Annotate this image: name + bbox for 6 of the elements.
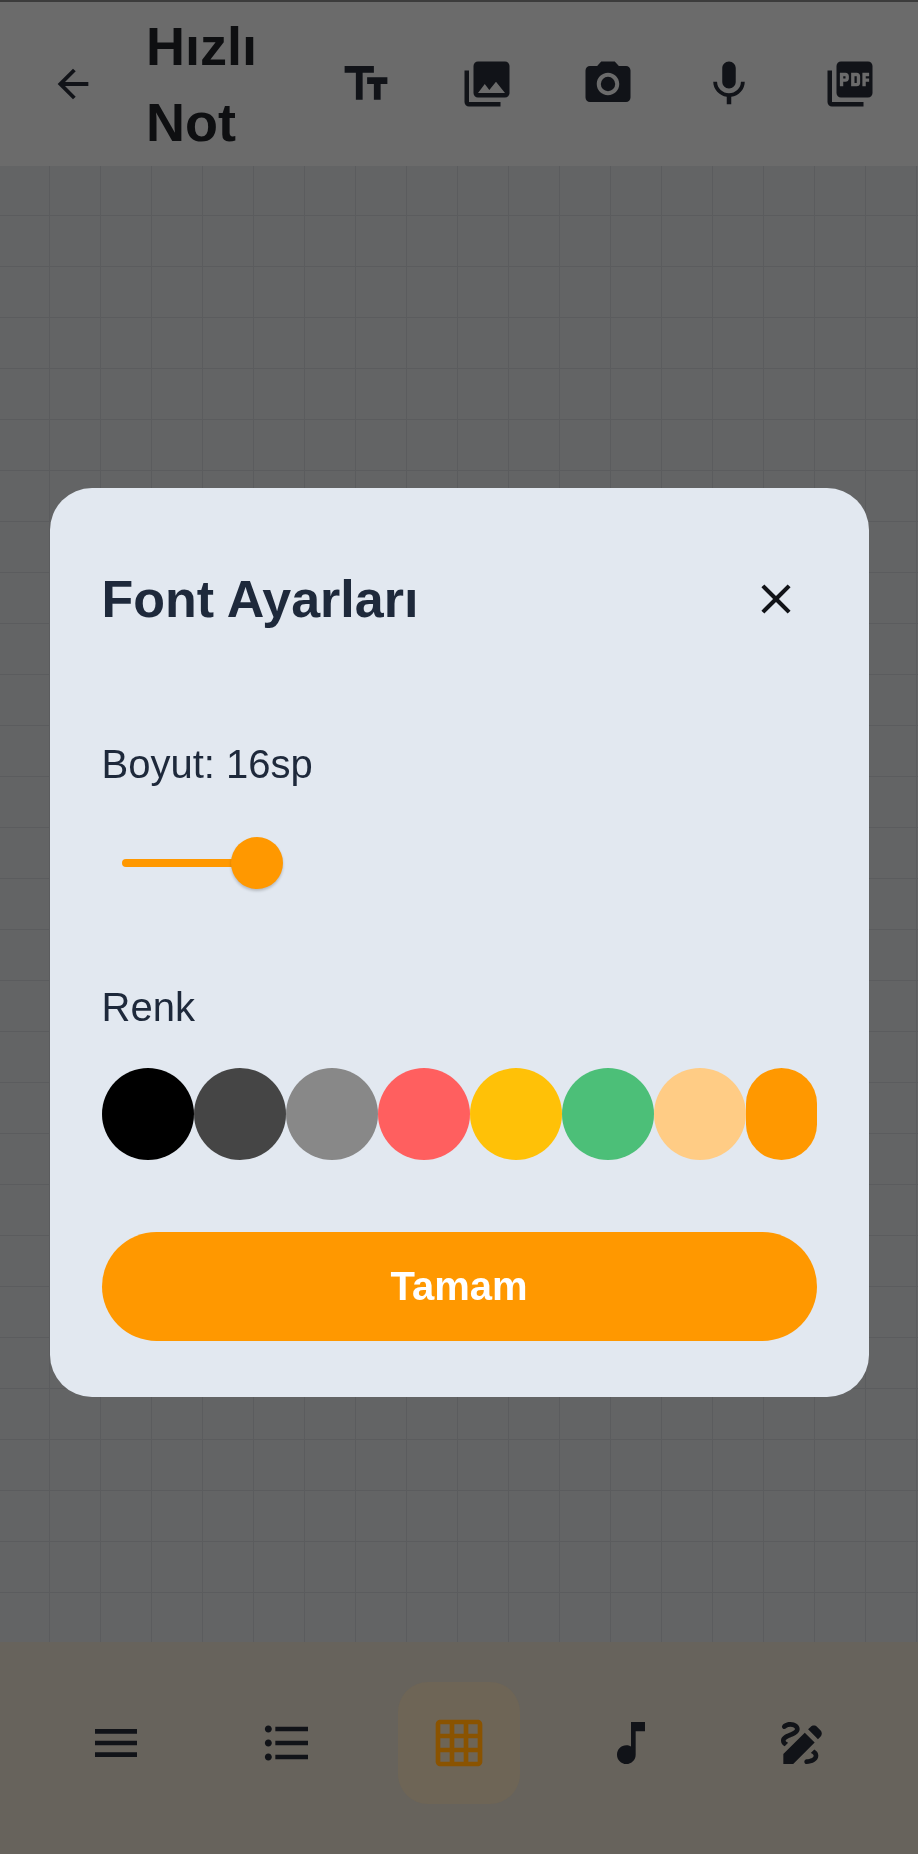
dialog-title: Font Ayarları [101, 569, 419, 629]
color-label: Renk [101, 985, 196, 1030]
app-title: Hızlı Not [146, 15, 258, 154]
slider-thumb[interactable] [230, 837, 283, 889]
size-label: Boyut: 16sp [101, 742, 314, 787]
confirm-button[interactable]: Tamam [101, 1232, 817, 1341]
